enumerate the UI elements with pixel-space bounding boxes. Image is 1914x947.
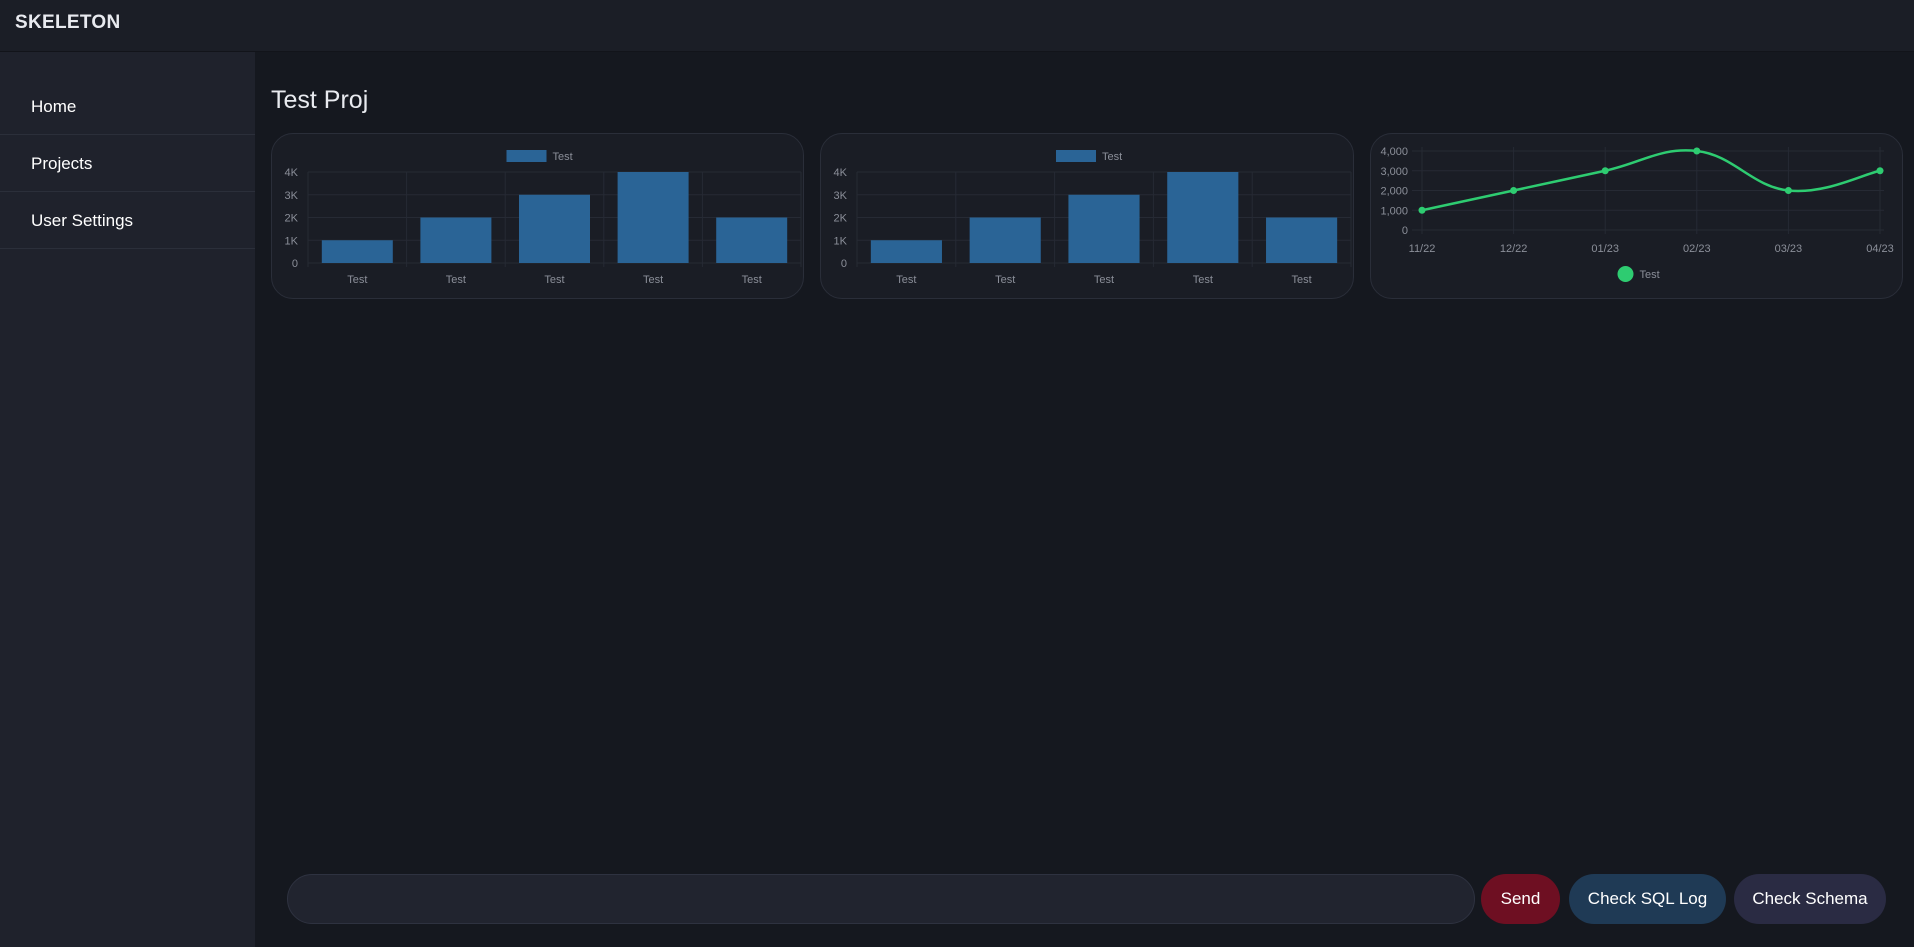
page-title: Test Proj [271,86,369,114]
y-tick-label: 4K [285,167,299,179]
x-tick-label: Test [643,274,663,286]
data-point [1693,147,1701,155]
bar [617,172,689,263]
line-chart: 0 1,000 2,000 3,000 4,000 11/22 12/22 01/23 02/2… [1380,146,1894,282]
x-tick-label: 03/23 [1775,243,1803,255]
bar [716,217,788,263]
sidebar-item-home[interactable]: Home [0,78,255,135]
bar [321,240,393,263]
legend-swatch [1617,266,1634,282]
x-tick-label: 11/22 [1409,243,1436,255]
legend-swatch [1056,150,1096,162]
x-tick-label: 04/23 [1866,243,1894,255]
bar-chart-2: 0 1K 2K 3K 4K Test Test Test Test Test Test [834,150,1352,286]
app-brand: SKELETON [15,12,121,33]
chart-card-3: 0 1,000 2,000 3,000 4,000 11/22 12/22 01/23 02/2… [1370,133,1903,299]
y-tick-label: 1K [834,235,848,247]
y-tick-label: 3,000 [1380,166,1408,178]
bar [1167,172,1239,263]
x-tick-label: Test [544,274,564,286]
x-tick-label: 12/22 [1500,243,1528,255]
chart-card-2: 0 1K 2K 3K 4K Test Test Test Test Test Test [820,133,1354,299]
y-tick-label: 1,000 [1380,205,1408,217]
data-point [1784,187,1792,194]
bar [519,194,590,263]
x-tick-label: 02/23 [1683,243,1711,255]
bar [420,217,492,263]
x-tick-label: Test [742,274,762,286]
series-line [1421,149,1881,212]
x-tick-label: Test [446,274,466,286]
legend-label: Test [1102,151,1122,163]
x-tick-label: Test [1193,274,1213,286]
bar [870,240,942,263]
y-tick-label: 2K [834,213,848,225]
bar [1266,217,1338,263]
y-tick-label: 0 [292,258,298,270]
check-schema-button[interactable]: Check Schema [1734,874,1886,924]
legend-swatch [506,150,547,162]
x-tick-label: Test [347,274,367,286]
y-tick-label: 3K [285,190,299,202]
x-tick-label: Test [1094,274,1114,286]
y-tick-label: 3K [834,190,848,202]
sidebar-item-projects[interactable]: Projects [0,135,255,192]
message-input[interactable] [287,874,1475,924]
sidebar: Home Projects User Settings [0,52,255,947]
check-sql-log-button[interactable]: Check SQL Log [1569,874,1726,924]
sidebar-item-user-settings[interactable]: User Settings [0,192,255,249]
y-tick-label: 0 [841,258,847,270]
y-tick-label: 1K [285,235,299,247]
bar [1068,194,1140,263]
y-tick-label: 4,000 [1380,146,1408,158]
data-point [1418,206,1426,214]
y-tick-label: 0 [1402,225,1408,237]
x-tick-label: Test [995,274,1015,286]
data-point [1876,167,1884,175]
send-button[interactable]: Send [1481,874,1560,924]
x-tick-label: Test [896,274,916,286]
y-tick-label: 2,000 [1380,186,1408,198]
y-tick-label: 4K [834,167,848,179]
bar-chart-1: 0 1K 2K 3K 4K Test Test Test Test Test Test [285,150,802,286]
x-tick-label: 01/23 [1591,243,1619,255]
data-point [1510,187,1518,194]
chart-card-1: 0 1K 2K 3K 4K Test Test Test Test Test Test [271,133,804,299]
legend-label: Test [1640,269,1660,281]
bar [969,217,1041,263]
y-tick-label: 2K [285,213,299,225]
main-content: Test Proj 0 1K 2K 3K 4K Test Test Test Test Test T… [255,52,1914,947]
top-bar: SKELETON [0,0,1914,52]
x-tick-label: Test [1292,274,1312,286]
legend-label: Test [553,151,573,163]
data-point [1601,167,1609,175]
